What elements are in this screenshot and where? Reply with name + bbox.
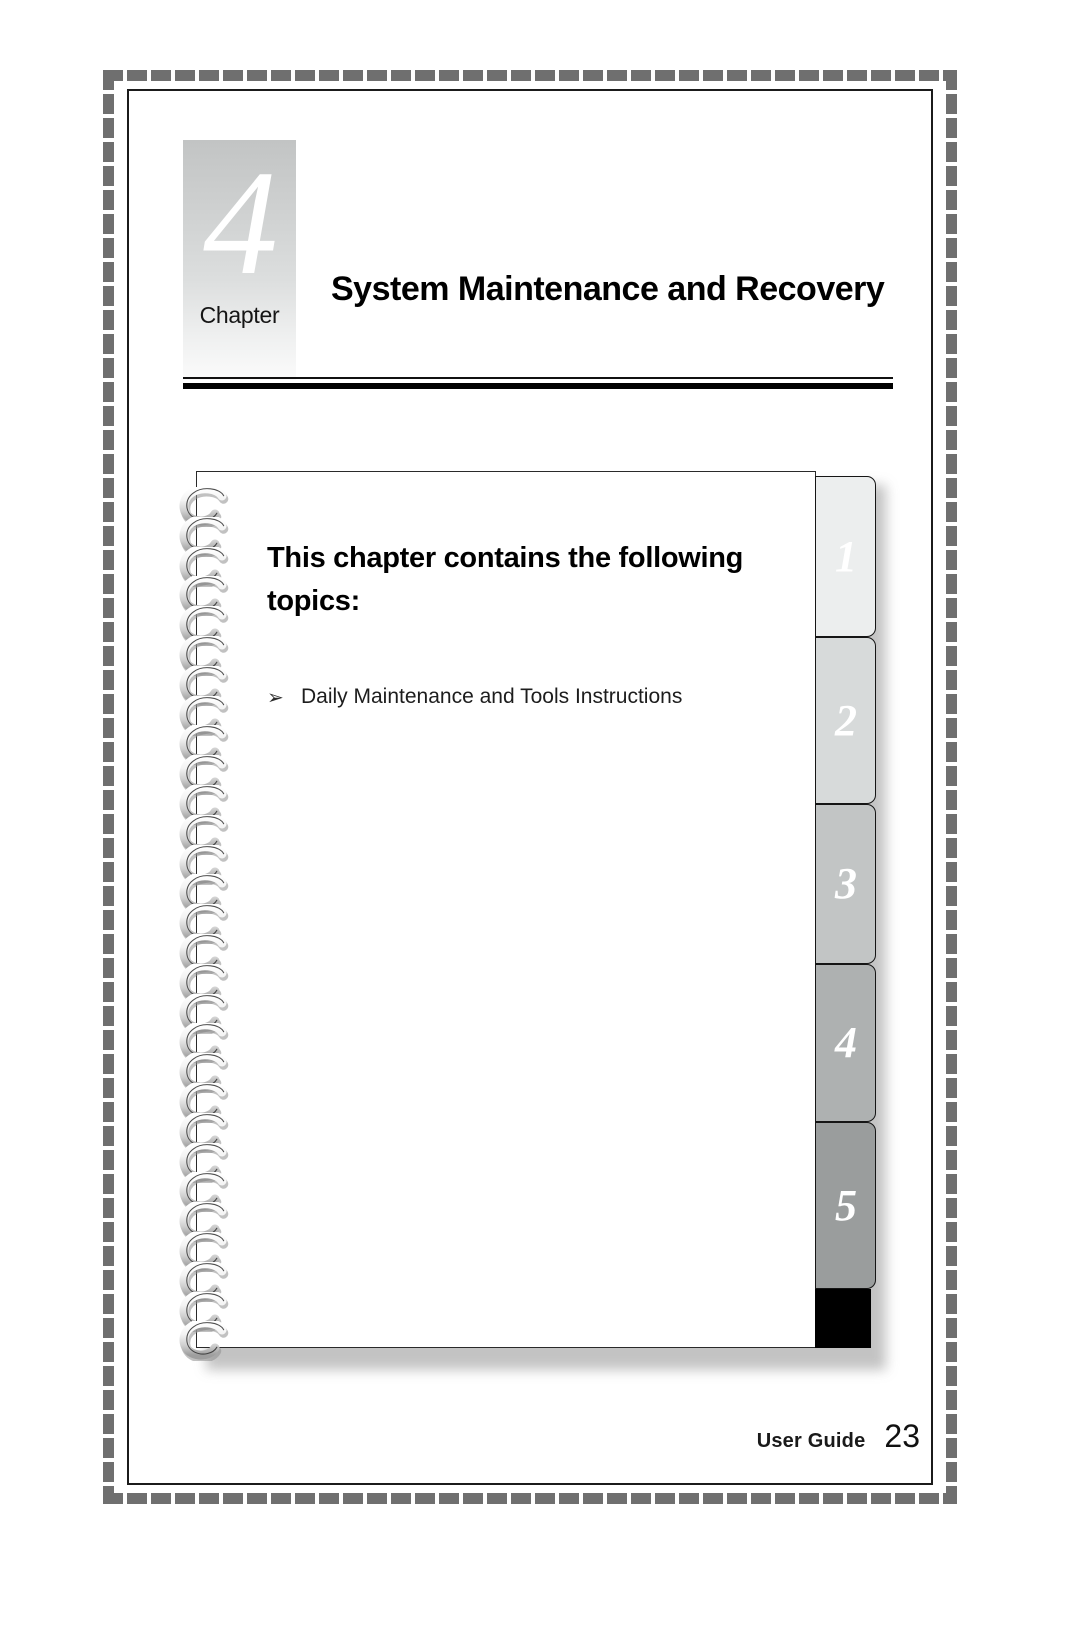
index-tab-footer-block [815,1289,871,1348]
title-divider-rule [183,377,893,389]
index-tab-3[interactable]: 3 [815,804,876,964]
page-footer: User Guide 23 [600,1418,920,1462]
index-tab-1[interactable]: 1 [815,476,876,637]
index-tab-number: 5 [835,1180,857,1230]
index-tab-number: 2 [835,695,857,745]
page-number: 23 [884,1418,920,1454]
chapter-badge: 4 Chapter [183,140,296,380]
topic-list: ➢ Daily Maintenance and Tools Instructio… [267,682,787,712]
border-dash-left [103,70,114,1504]
chapter-contents-heading: This chapter contains the following topi… [267,542,744,617]
border-dash-bottom [103,1493,957,1504]
list-item: ➢ Daily Maintenance and Tools Instructio… [267,682,787,712]
notebook-page: This chapter contains the following topi… [196,471,816,1348]
arrow-bullet-icon: ➢ [267,687,284,709]
page-title: System Maintenance and Recovery [331,270,885,308]
spiral-binding [178,487,240,1362]
spiral-ring [178,1321,236,1362]
footer-guide-label: User Guide [756,1430,866,1452]
notebook-content: This chapter contains the following topi… [267,537,787,712]
border-dash-right [946,70,957,1504]
chapter-label: Chapter [199,302,280,328]
index-tab-number: 3 [835,859,857,908]
notebook-illustration: This chapter contains the following topi… [179,471,886,1370]
index-tab-number: 4 [835,1018,857,1067]
divider-thin-line [183,377,893,379]
index-tab-number: 1 [835,531,857,581]
index-tab-2[interactable]: 2 [815,637,876,804]
chapter-number: 4 [203,140,278,306]
list-item-label: Daily Maintenance and Tools Instructions [301,685,683,708]
chapter-header: 4 Chapter System Maintenance and Recover… [183,140,893,395]
index-tab-5[interactable]: 5 [815,1122,876,1289]
divider-thick-line [183,383,893,389]
side-index-tabs: 1 2 3 4 5 [815,476,876,1348]
index-tab-4[interactable]: 4 [815,964,876,1122]
border-dash-top [103,70,957,81]
